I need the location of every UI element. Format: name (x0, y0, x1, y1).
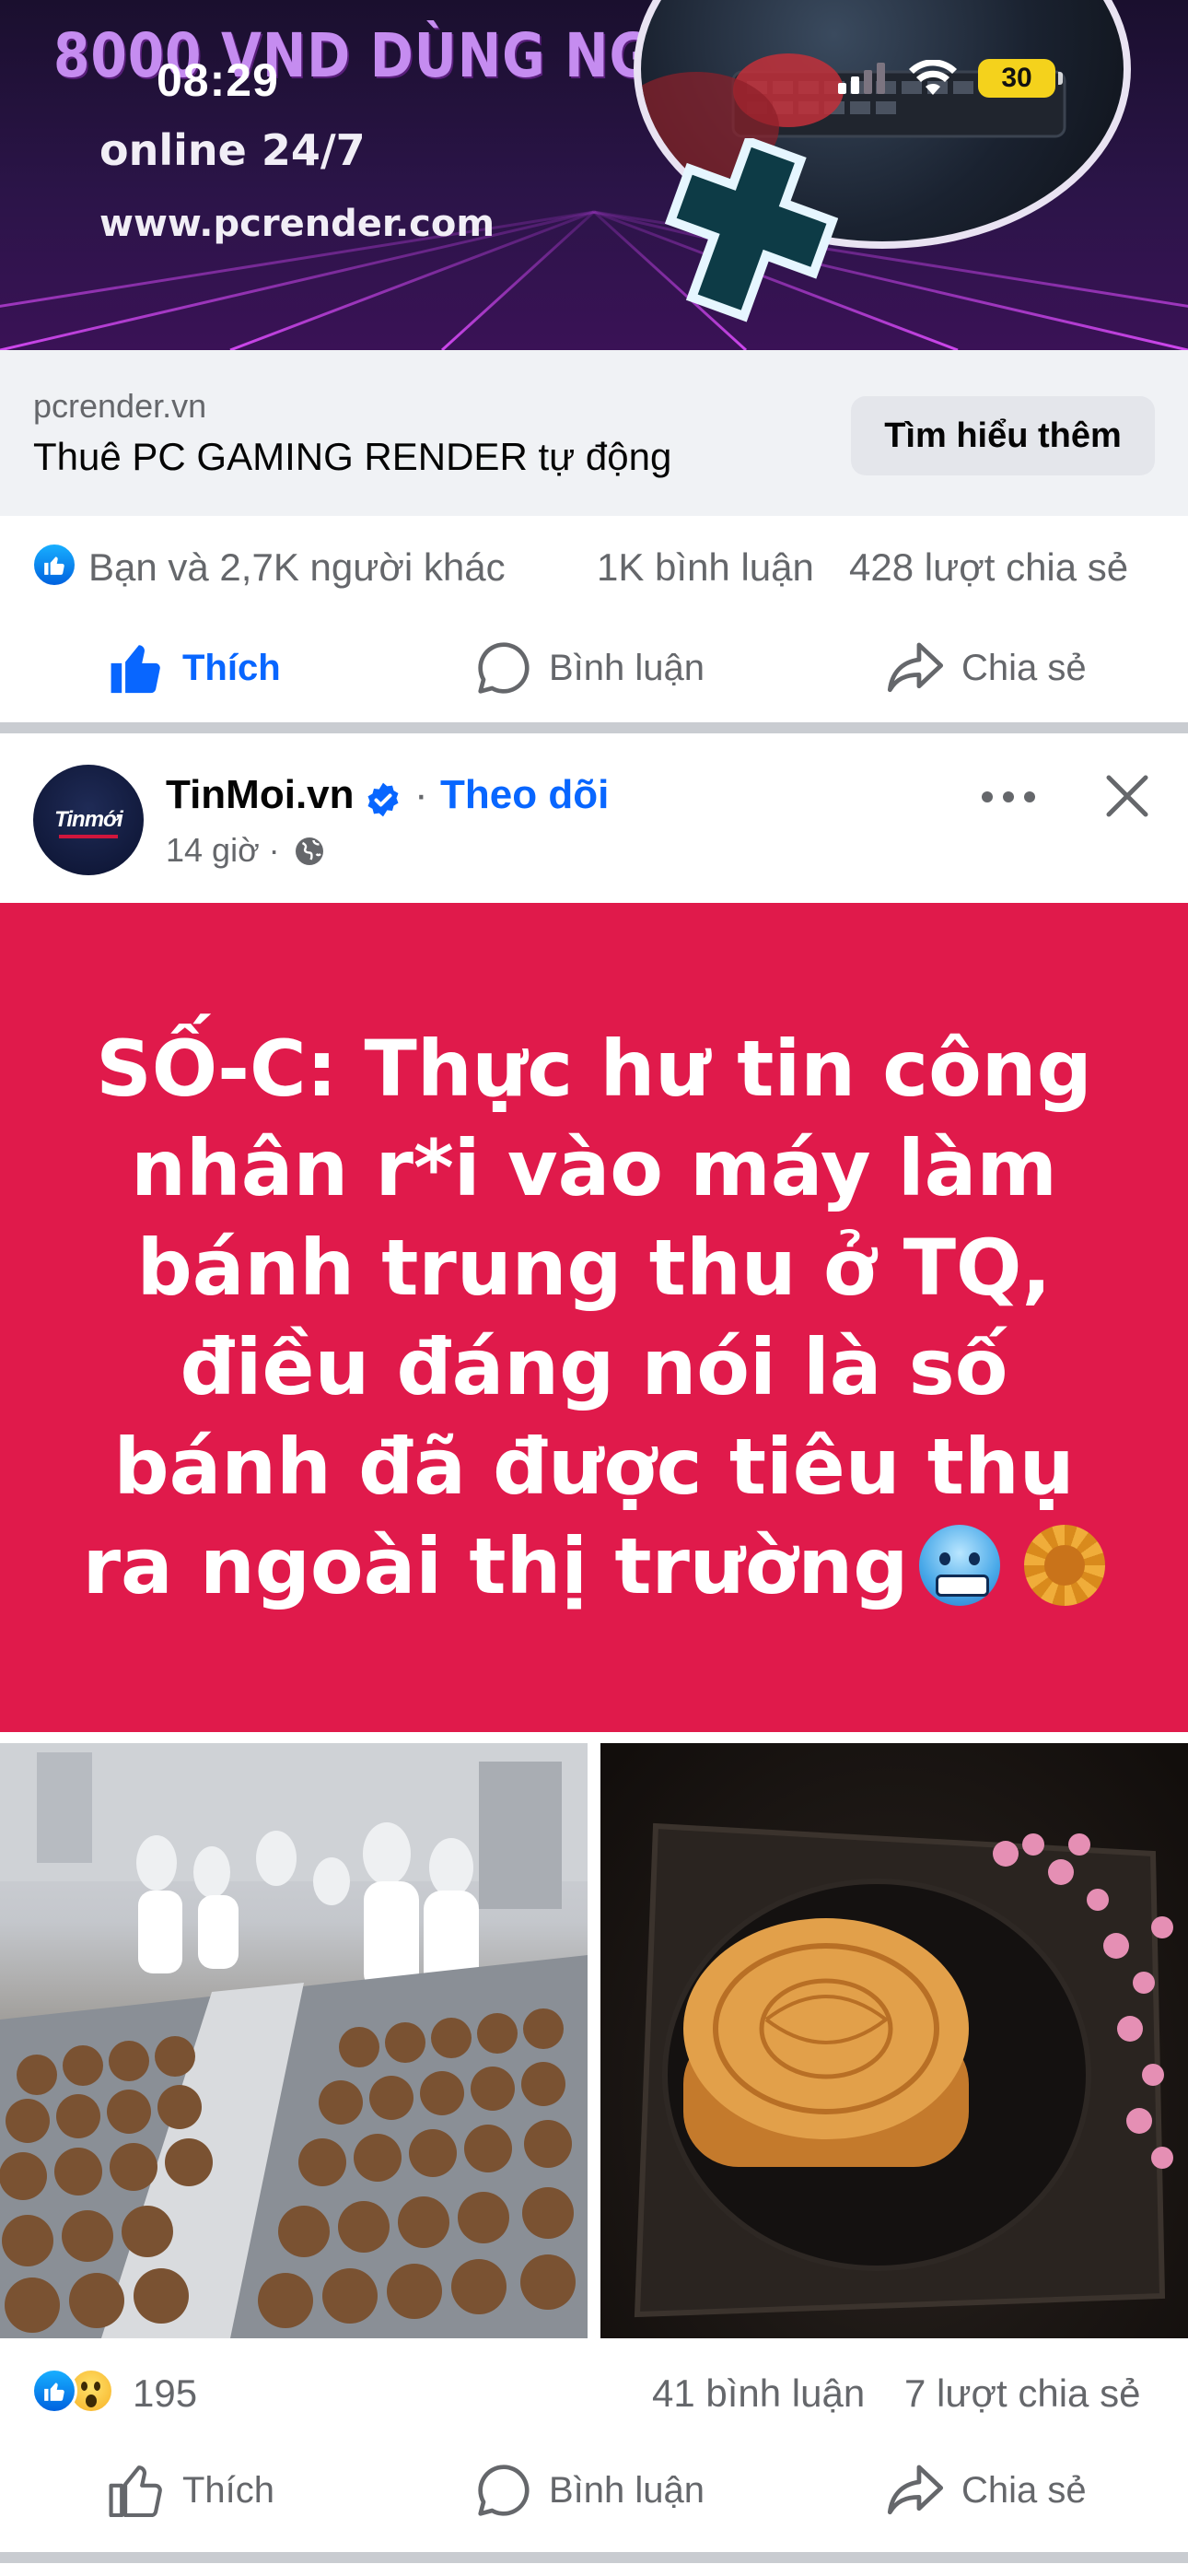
feed-divider (0, 722, 1188, 733)
share-label: Chia sẻ (961, 2469, 1087, 2511)
comment-icon (478, 642, 530, 694)
learn-more-button[interactable]: Tìm hiểu thêm (851, 396, 1155, 475)
post-reaction-stats: 195 41 bình luận 7 lượt chia sẻ (0, 2359, 1188, 2432)
battery-level: 30 (1001, 63, 1032, 93)
share-button[interactable]: Chia sẻ (886, 2440, 1087, 2541)
post-reaction-count[interactable]: 195 (133, 2371, 197, 2416)
post-timestamp[interactable]: 14 giờ · (166, 831, 280, 870)
moon-cake-emoji-icon (1024, 1525, 1106, 1606)
ad-domain: pcrender.vn (33, 387, 207, 425)
verified-badge-icon (367, 782, 399, 817)
avatar-logo-underline (59, 835, 118, 838)
thumbs-up-filled-icon (111, 645, 160, 694)
battery-indicator: 30 (978, 59, 1063, 98)
like-label: Thích (182, 2469, 275, 2511)
comment-icon (478, 2465, 530, 2516)
avatar-logo-text: Tinmới (54, 807, 123, 832)
status-bar-time: 08:29 (157, 54, 279, 106)
post-headline-wrapper: SỐ-C: Thực hư tin công nhân r*i vào máy … (74, 1019, 1114, 1616)
ad-title[interactable]: Thuê PC GAMING RENDER tự động (33, 435, 671, 479)
post-header: Tinmới TinMoi.vn · Theo dõi 14 giờ · (0, 737, 1188, 903)
share-button[interactable]: Chia sẻ (886, 617, 1087, 719)
factory-scene-graphic (0, 1743, 588, 2338)
like-reaction-icon (31, 2368, 77, 2414)
ad-cross-graphic (664, 138, 838, 322)
more-options-icon[interactable] (976, 783, 1041, 811)
reaction-icons[interactable] (31, 2368, 114, 2414)
post-photo-factory[interactable] (0, 1743, 588, 2338)
wifi-icon (909, 60, 957, 95)
ad-reactions-text[interactable]: Bạn và 2,7K người khác (88, 545, 506, 590)
cold-face-emoji-icon (919, 1525, 1001, 1606)
follow-separator: · (414, 772, 428, 817)
share-icon (887, 2465, 944, 2515)
ad-banner-headline: 8000 VND DÙNG NGAY (53, 20, 728, 91)
share-label: Chia sẻ (961, 647, 1087, 688)
reaction-icons[interactable] (31, 542, 77, 588)
close-icon[interactable] (1101, 770, 1153, 822)
cellular-signal-icon (838, 63, 885, 94)
status-bar-icons: 30 (838, 55, 1063, 101)
page-name[interactable]: TinMoi.vn (166, 772, 355, 818)
like-button[interactable]: Thích (109, 617, 281, 719)
like-reaction-icon (31, 542, 77, 588)
post-photo-mooncake[interactable] (600, 1743, 1188, 2338)
comment-label: Bình luận (549, 2469, 705, 2511)
ad-comment-count[interactable]: 1K bình luận (597, 545, 814, 590)
post-share-count[interactable]: 7 lượt chia sẻ (904, 2371, 1140, 2416)
post-headline-image[interactable]: SỐ-C: Thực hư tin công nhân r*i vào máy … (0, 903, 1188, 1732)
ad-reaction-stats: Bạn và 2,7K người khác 1K bình luận 428 … (0, 533, 1188, 606)
page-avatar[interactable]: Tinmới (33, 765, 144, 875)
feed-divider (0, 2552, 1188, 2563)
thumbs-up-icon (109, 2465, 162, 2517)
post-headline-text: SỐ-C: Thực hư tin công nhân r*i vào máy … (82, 1024, 1092, 1611)
like-button[interactable]: Thích (109, 2440, 274, 2541)
post-comment-count[interactable]: 41 bình luận (652, 2371, 865, 2416)
ad-action-bar: Thích Bình luận Chia sẻ (0, 617, 1188, 719)
ad-banner-image[interactable]: 8000 VND DÙNG NGAY online 24/7 www.pcren… (0, 0, 1188, 350)
comment-label: Bình luận (549, 647, 705, 688)
ad-banner-subline: online 24/7 (99, 125, 366, 175)
ad-banner-url: www.pcrender.com (99, 203, 495, 245)
post-action-bar: Thích Bình luận Chia sẻ (0, 2440, 1188, 2541)
comment-button[interactable]: Bình luận (475, 2440, 705, 2541)
globe-icon (296, 837, 323, 865)
ad-share-count[interactable]: 428 lượt chia sẻ (849, 545, 1128, 590)
mooncake-scene-graphic (634, 1822, 1173, 2318)
ad-link-footer[interactable]: pcrender.vn Thuê PC GAMING RENDER tự độn… (0, 350, 1188, 516)
comment-button[interactable]: Bình luận (475, 617, 705, 719)
like-label: Thích (182, 647, 281, 688)
follow-button[interactable]: Theo dõi (440, 772, 609, 818)
share-icon (887, 642, 944, 693)
